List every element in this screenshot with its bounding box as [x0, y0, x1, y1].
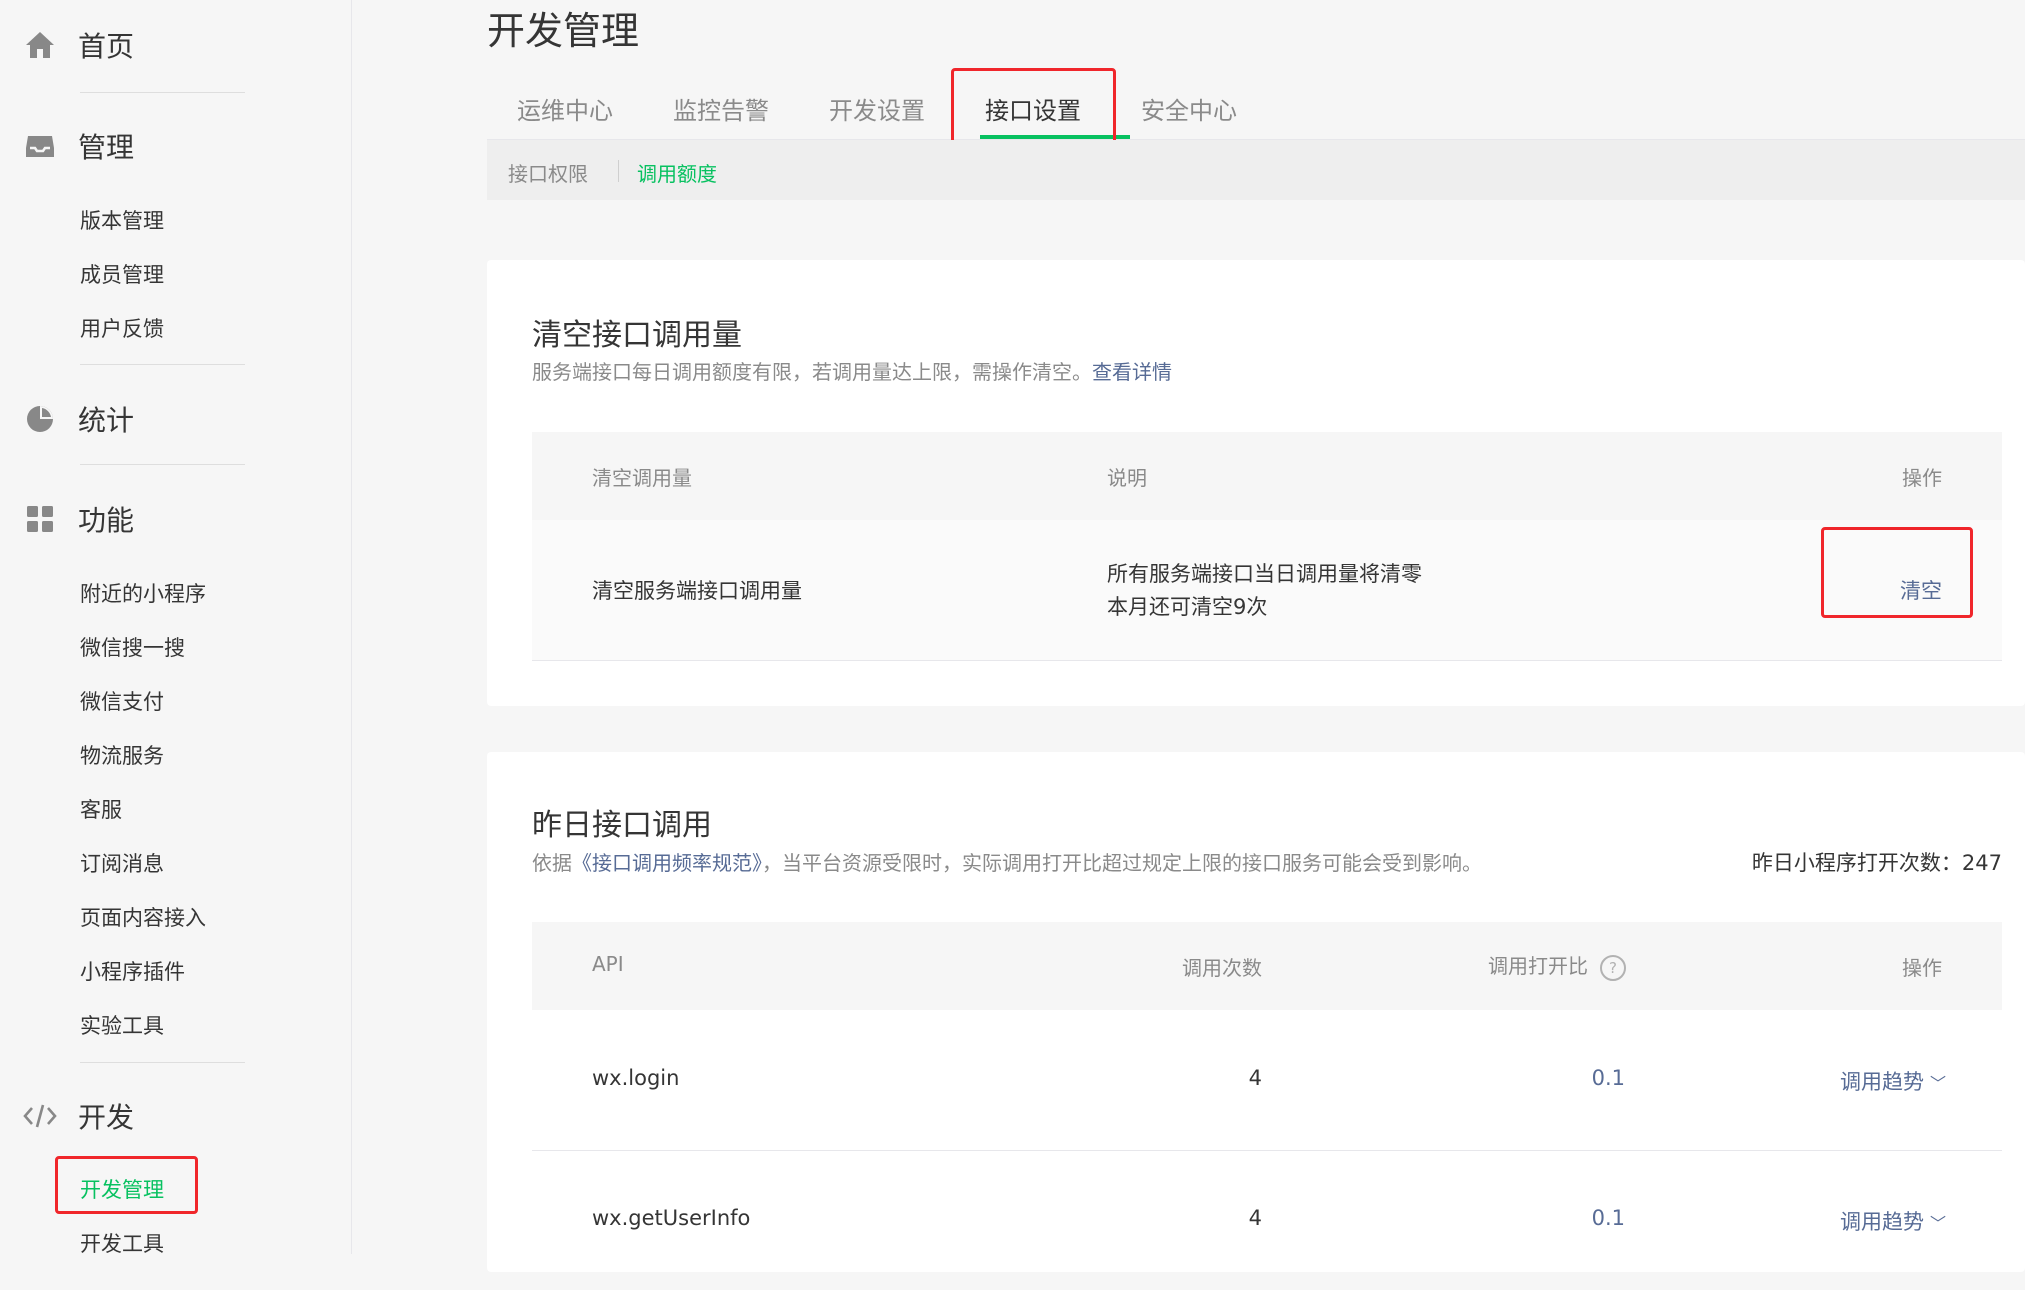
- api-table-header: API 调用次数 调用打开比? 操作: [532, 922, 2002, 1010]
- yesterday-card-title: 昨日接口调用: [532, 808, 712, 843]
- sidebar-features[interactable]: 功能: [22, 499, 134, 539]
- highlight-box: [1821, 527, 1973, 618]
- header-clear: 清空调用量: [592, 466, 692, 490]
- sidebar-manage[interactable]: 管理: [22, 126, 134, 166]
- subtab-permissions[interactable]: 接口权限: [508, 158, 588, 187]
- sidebar-home[interactable]: 首页: [22, 25, 134, 65]
- sidebar-home-label: 首页: [78, 30, 135, 63]
- divider: [80, 364, 245, 365]
- call-trend-label: 调用趋势: [1839, 1210, 1924, 1234]
- api-name: wx.login: [592, 1066, 680, 1090]
- help-icon[interactable]: ?: [1600, 954, 1626, 981]
- api-count: 4: [1248, 1206, 1262, 1230]
- header-action: 操作: [1902, 466, 1942, 490]
- sidebar-item-pay[interactable]: 微信支付: [80, 686, 164, 716]
- main-content: 开发管理 运维中心 监控告警 开发设置 接口设置 安全中心 接口权限 调用额度 …: [352, 0, 2025, 1272]
- yesterday-card-desc: 依据《接口调用频率规范》，当平台资源受限时，实际调用打开比超过规定上限的接口服务…: [532, 847, 1482, 876]
- table-row: 清空服务端接口调用量 所有服务端接口当日调用量将清零 本月还可清空9次 清空: [532, 520, 2002, 661]
- sidebar-stats-label: 统计: [78, 404, 135, 437]
- header-ratio-label: 调用打开比: [1488, 954, 1588, 978]
- sidebar-item-nearby[interactable]: 附近的小程序: [80, 578, 206, 608]
- code-icon: [22, 1098, 58, 1134]
- sidebar-item-plugin[interactable]: 小程序插件: [80, 956, 185, 986]
- sidebar-dev-label: 开发: [78, 1101, 135, 1134]
- header-count: 调用次数: [1182, 956, 1262, 980]
- call-trend-link[interactable]: 调用趋势 ﹀: [1840, 1206, 1946, 1236]
- divider: [80, 464, 245, 465]
- call-trend-label: 调用趋势: [1839, 1070, 1924, 1094]
- grid-icon: [22, 501, 58, 537]
- yesterday-calls-card: 昨日接口调用 依据《接口调用频率规范》，当平台资源受限时，实际调用打开比超过规定…: [487, 752, 2025, 1272]
- home-icon: [22, 27, 58, 63]
- sidebar-item-page-content[interactable]: 页面内容接入: [80, 902, 206, 932]
- subtab-quota[interactable]: 调用额度: [637, 158, 717, 187]
- call-trend-link[interactable]: 调用趋势 ﹀: [1840, 1066, 1946, 1096]
- clear-card-desc: 服务端接口每日调用额度有限，若调用量达上限，需操作清空。查看详情: [532, 356, 1172, 385]
- api-ratio: 0.1: [1591, 1066, 1625, 1090]
- sidebar-item-subscribe[interactable]: 订阅消息: [80, 848, 164, 878]
- open-count-label: 昨日小程序打开次数：: [1751, 851, 1962, 875]
- api-name: wx.getUserInfo: [592, 1206, 751, 1230]
- chevron-down-icon: ﹀: [1929, 1214, 1946, 1233]
- sidebar: 首页 管理 版本管理 成员管理 用户反馈 统计 功能 附近的小程序 微信搜一搜 …: [0, 0, 352, 1256]
- table-row: wx.getUserInfo 4 0.1 调用趋势 ﹀: [532, 1150, 2002, 1290]
- header-ratio: 调用打开比?: [1488, 950, 1626, 981]
- tab-bar: 运维中心 监控告警 开发设置 接口设置 安全中心: [487, 73, 2025, 140]
- inbox-icon: [22, 128, 58, 164]
- divider: [80, 92, 245, 93]
- tab-dev-settings[interactable]: 开发设置: [829, 91, 925, 126]
- open-count: 昨日小程序打开次数：247: [1752, 847, 2002, 877]
- table-row: wx.login 4 0.1 调用趋势 ﹀: [532, 1010, 2002, 1151]
- subtab-bar: 接口权限 调用额度: [487, 140, 2025, 200]
- tab-security[interactable]: 安全中心: [1141, 91, 1237, 126]
- sidebar-dev[interactable]: 开发: [22, 1096, 134, 1136]
- sidebar-item-members[interactable]: 成员管理: [80, 259, 164, 289]
- divider: [80, 1062, 245, 1063]
- api-ratio: 0.1: [1591, 1206, 1625, 1230]
- sidebar-item-lab[interactable]: 实验工具: [80, 1010, 164, 1040]
- rate-rules-link[interactable]: 《接口调用频率规范》: [572, 851, 762, 875]
- sidebar-item-version[interactable]: 版本管理: [80, 205, 164, 235]
- sidebar-item-search[interactable]: 微信搜一搜: [80, 632, 185, 662]
- subtab-separator: [618, 160, 619, 182]
- clear-card-title: 清空接口调用量: [532, 318, 742, 353]
- pie-chart-icon: [22, 401, 58, 437]
- tab-ops[interactable]: 运维中心: [517, 91, 613, 126]
- page-title: 开发管理: [487, 9, 640, 53]
- header-api: API: [592, 952, 624, 976]
- sidebar-item-service[interactable]: 客服: [80, 794, 122, 824]
- header-api-action: 操作: [1902, 956, 1942, 980]
- sidebar-item-logistics[interactable]: 物流服务: [80, 740, 164, 770]
- clear-quota-card: 清空接口调用量 服务端接口每日调用额度有限，若调用量达上限，需操作清空。查看详情…: [487, 260, 2025, 706]
- clear-card-desc-text: 服务端接口每日调用额度有限，若调用量达上限，需操作清空。: [532, 360, 1092, 384]
- tab-monitor[interactable]: 监控告警: [673, 91, 769, 126]
- yesterday-desc-prefix: 依据: [532, 851, 572, 875]
- clear-row-desc-line2: 本月还可清空9次: [1107, 595, 1268, 619]
- sidebar-features-label: 功能: [78, 504, 135, 537]
- sidebar-stats[interactable]: 统计: [22, 399, 134, 439]
- clear-row-desc-line1: 所有服务端接口当日调用量将清零: [1107, 562, 1422, 586]
- highlight-box: [55, 1156, 198, 1214]
- sidebar-item-feedback[interactable]: 用户反馈: [80, 313, 164, 343]
- api-count: 4: [1248, 1066, 1262, 1090]
- clear-row-name: 清空服务端接口调用量: [592, 579, 802, 603]
- view-details-link[interactable]: 查看详情: [1092, 360, 1172, 384]
- header-desc: 说明: [1107, 466, 1147, 490]
- sidebar-manage-label: 管理: [78, 131, 135, 164]
- chevron-down-icon: ﹀: [1929, 1074, 1946, 1093]
- open-count-value: 247: [1961, 851, 2002, 875]
- clear-table-header: 清空调用量 说明 操作: [532, 432, 2002, 520]
- yesterday-desc-suffix: ，当平台资源受限时，实际调用打开比超过规定上限的接口服务可能会受到影响。: [762, 851, 1482, 875]
